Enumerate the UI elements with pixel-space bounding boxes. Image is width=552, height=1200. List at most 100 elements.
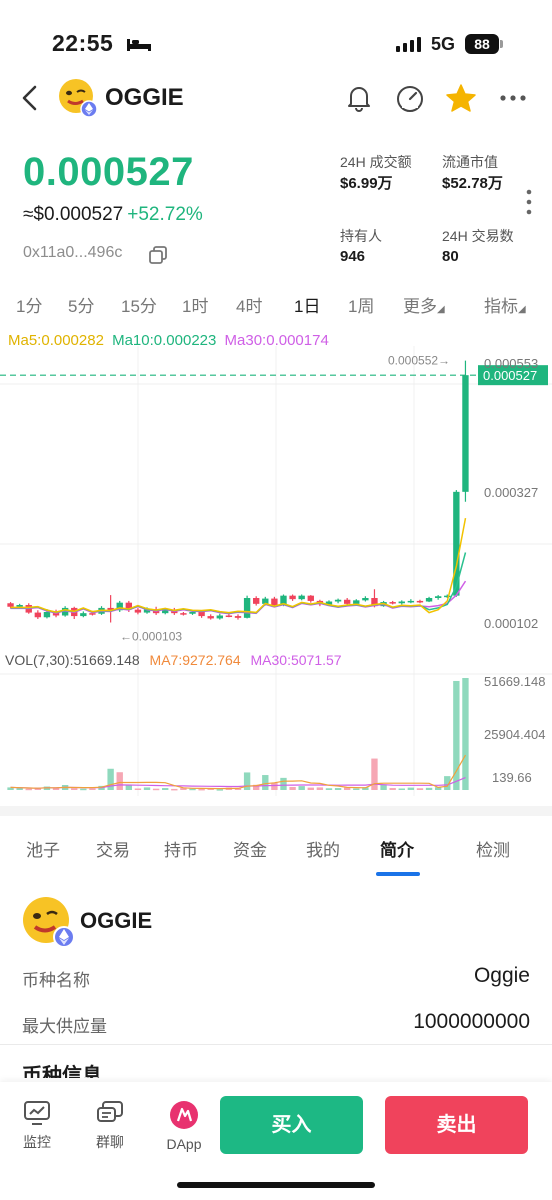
section-tabs: 池子 交易 持币 资金 我的 简介 检测 <box>0 826 552 876</box>
ma5-legend: Ma5:0.000282 <box>8 332 104 349</box>
current-price: 0.000527 <box>23 150 194 194</box>
price-axis-tick: 0.000102 <box>484 616 538 631</box>
status-time: 22:55 <box>52 30 114 56</box>
tab-mine[interactable]: 我的 <box>306 836 340 861</box>
volume-bar <box>389 788 396 790</box>
candle-body <box>207 616 214 619</box>
volume-legend: VOL(7,30):51669.148 MA7:9272.764 MA30:50… <box>5 652 342 668</box>
volume-bar <box>398 788 405 790</box>
ma5-line <box>10 517 467 614</box>
interval-4h[interactable]: 4时 <box>236 292 262 317</box>
monitor-icon <box>24 1101 50 1125</box>
candle-body <box>43 612 51 618</box>
monitor-label: 监控 <box>23 1134 51 1150</box>
buy-button[interactable]: 买入 <box>220 1096 363 1154</box>
monitor-button[interactable]: 监控 <box>9 1100 65 1152</box>
home-indicator <box>177 1182 375 1188</box>
tab-pool[interactable]: 池子 <box>26 836 60 861</box>
volume-bar <box>407 787 415 790</box>
battery-icon: 88 <box>465 34 499 54</box>
section-divider <box>0 806 552 816</box>
interval-1d[interactable]: 1日 <box>294 292 320 317</box>
candle-body <box>198 612 205 617</box>
star-favorite-icon[interactable] <box>445 82 477 114</box>
volume-bar <box>334 788 342 790</box>
candle-body <box>407 600 415 603</box>
candle-body <box>289 595 296 600</box>
volume-ma7-line <box>10 754 467 790</box>
active-tab-indicator <box>376 872 420 876</box>
volume-bar <box>298 786 305 790</box>
caret-down-icon: ◢ <box>437 304 445 315</box>
volume-bar <box>125 785 133 790</box>
speedometer-icon[interactable] <box>394 82 426 114</box>
bell-icon[interactable] <box>343 82 375 114</box>
kline-chart-canvas[interactable]: 0.0005270.0005530.0003270.0001020.000552… <box>0 326 552 796</box>
volume-bar <box>198 788 205 791</box>
candle-body <box>34 612 42 618</box>
interval-1m[interactable]: 1分 <box>16 292 42 317</box>
volume-axis-tick: 51669.148 <box>484 674 545 689</box>
volume-bar <box>262 775 269 790</box>
candle-body <box>225 615 233 617</box>
sell-button[interactable]: 卖出 <box>385 1096 528 1154</box>
divider <box>0 1044 552 1045</box>
tab-audit[interactable]: 检测 <box>476 836 510 861</box>
volume-axis-tick: 139.66 <box>492 770 532 785</box>
stat-value-market-cap: $52.78万 <box>442 175 503 192</box>
value-coin-name: Oggie <box>473 964 530 987</box>
candle-body <box>298 595 305 600</box>
group-chat-button[interactable]: 群聊 <box>82 1100 138 1152</box>
indicators-menu[interactable]: 指标◢ <box>484 292 526 317</box>
volume-bar <box>25 788 32 791</box>
ma30-line <box>10 580 467 615</box>
volume-bar <box>116 772 123 790</box>
interval-1h[interactable]: 1时 <box>182 292 208 317</box>
kline-chart[interactable]: 0.000527 0.000553 0.000327 0.000102 0.000552… <box>0 326 552 796</box>
high-price-marker: 0.000552→ <box>388 354 450 368</box>
tab-trades[interactable]: 交易 <box>96 836 130 861</box>
stat-label-holders: 持有人 <box>340 228 382 244</box>
candle-body <box>234 616 242 618</box>
candle-body <box>243 598 251 618</box>
tab-holders[interactable]: 持币 <box>164 836 198 861</box>
copy-icon[interactable] <box>148 245 168 265</box>
tab-funds[interactable]: 资金 <box>233 836 267 861</box>
tab-intro[interactable]: 简介 <box>380 836 414 861</box>
volume-bar <box>316 787 324 790</box>
bottom-action-bar: 监控 群聊 DApp 买入 卖出 <box>0 1082 552 1200</box>
interval-5m[interactable]: 5分 <box>68 292 94 317</box>
candle-body <box>216 615 223 619</box>
ma30-legend: Ma30:0.000174 <box>224 332 329 349</box>
token-intro: OGGIE 币种名称 Oggie 最大供应量 1000000000 币种信息 <box>0 890 552 1090</box>
stat-label-trades: 24H 交易数 <box>442 228 514 244</box>
stat-label-volume: 24H 成交额 <box>340 154 412 170</box>
more-options-icon[interactable] <box>497 82 529 114</box>
interval-1w[interactable]: 1周 <box>348 292 374 317</box>
stat-value-holders: 946 <box>340 248 366 265</box>
candle-body <box>271 598 278 605</box>
interval-15m[interactable]: 15分 <box>121 292 157 317</box>
candle-body <box>425 598 433 602</box>
candle-body <box>89 613 96 615</box>
vertical-more-icon[interactable] <box>526 188 532 216</box>
interval-more-label: 更多 <box>403 297 437 316</box>
price-change: +52.72% <box>127 204 203 225</box>
label-max-supply: 最大供应量 <box>22 1017 107 1036</box>
volume-bar <box>162 788 169 790</box>
interval-more[interactable]: 更多◢ <box>403 292 445 317</box>
candle-body <box>334 599 342 602</box>
volume-bar <box>152 788 160 791</box>
candle-body <box>307 595 314 601</box>
candle-body <box>134 609 142 613</box>
ma10-legend: Ma10:0.000223 <box>112 332 217 349</box>
dapp-button[interactable]: DApp <box>156 1100 212 1152</box>
price-axis-tick: 0.000553 <box>484 356 538 371</box>
candle-body <box>462 375 469 492</box>
back-arrow-icon[interactable] <box>16 82 44 114</box>
indicators-label: 指标 <box>484 297 518 316</box>
candle-body <box>389 602 396 604</box>
candle-body <box>343 599 351 604</box>
candle-body <box>189 612 196 614</box>
stat-label-market-cap: 流通市值 <box>442 154 498 170</box>
